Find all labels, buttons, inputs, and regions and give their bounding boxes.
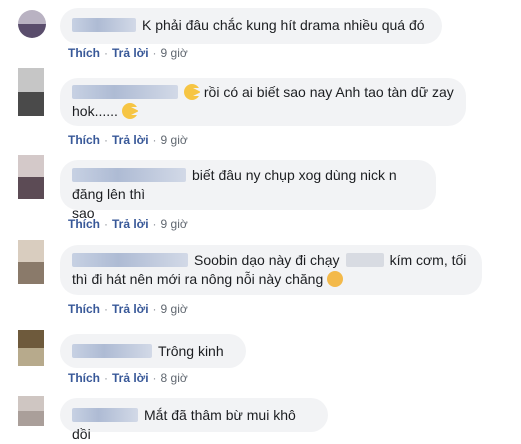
comment-text: Soobin dạo này đi chạy: [194, 252, 340, 268]
reply-link[interactable]: Trả lời: [112, 371, 149, 385]
comment-time: 9 giờ: [160, 133, 188, 147]
commenter-name[interactable]: [72, 408, 138, 422]
comment-bubble: K phải đâu chắc kung hít drama nhiều quá…: [60, 8, 442, 44]
emoji-icon: [121, 103, 139, 119]
comment-text: rồi có ai biết sao nay Anh tao tàn dữ za…: [203, 84, 454, 100]
redacted-text: [345, 253, 384, 267]
reply-link[interactable]: Trả lời: [112, 133, 149, 147]
comment-time: 9 giờ: [160, 217, 188, 231]
comment-bubble: Soobin dạo này đi chạy kím cơm, tối thì đ…: [60, 245, 482, 295]
avatar[interactable]: [18, 68, 44, 116]
comment-time: 9 giờ: [160, 46, 188, 60]
avatar[interactable]: [18, 155, 44, 199]
reply-link[interactable]: Trả lời: [112, 302, 149, 316]
comment-text: K phải đâu chắc kung hít drama nhiều quá…: [142, 17, 425, 33]
commenter-name[interactable]: [72, 253, 188, 267]
comment-text: Trông kinh: [158, 343, 224, 359]
commenter-name[interactable]: [72, 18, 136, 32]
comment-bubble: Mắt đã thâm bừ mui khô dồi: [60, 398, 328, 442]
comment-actions: Thích · Trả lời · 9 giờ: [68, 133, 188, 147]
avatar[interactable]: [18, 240, 44, 284]
emoji-icon: [184, 84, 201, 100]
reply-link[interactable]: Trả lời: [112, 217, 149, 231]
comment-bubble: biết đâu ny chụp xog dùng nick n đăng lê…: [60, 160, 436, 221]
like-link[interactable]: Thích: [68, 133, 100, 147]
comment-text-cont: thì đi hát nên mới ra nông nỗi này chăng: [72, 271, 324, 287]
avatar[interactable]: [18, 396, 44, 426]
comment-text-2: kím cơm, tối: [389, 252, 467, 268]
avatar[interactable]: [18, 10, 46, 38]
comment-actions: Thích · Trả lời · 9 giờ: [68, 46, 188, 60]
commenter-name[interactable]: [72, 344, 152, 358]
comment-actions: Thích · Trả lời · 8 giờ: [68, 371, 188, 385]
comment-bubble: rồi có ai biết sao nay Anh tao tàn dữ za…: [60, 78, 466, 126]
avatar[interactable]: [18, 330, 44, 366]
like-link[interactable]: Thích: [68, 46, 100, 60]
thinking-emoji-icon: [327, 271, 344, 287]
comment-time: 9 giờ: [160, 302, 188, 316]
comment-time: 8 giờ: [160, 371, 188, 385]
commenter-name[interactable]: [72, 168, 186, 182]
reply-link[interactable]: Trả lời: [112, 46, 149, 60]
comment-text-cont: hok......: [72, 103, 118, 119]
comment-actions: Thích · Trả lời · 9 giờ: [68, 302, 188, 316]
like-link[interactable]: Thích: [68, 217, 100, 231]
like-link[interactable]: Thích: [68, 302, 100, 316]
comment-actions: Thích · Trả lời · 9 giờ: [68, 217, 188, 231]
comment-bubble: Trông kinh: [60, 334, 246, 368]
like-link[interactable]: Thích: [68, 371, 100, 385]
commenter-name[interactable]: [72, 85, 178, 99]
